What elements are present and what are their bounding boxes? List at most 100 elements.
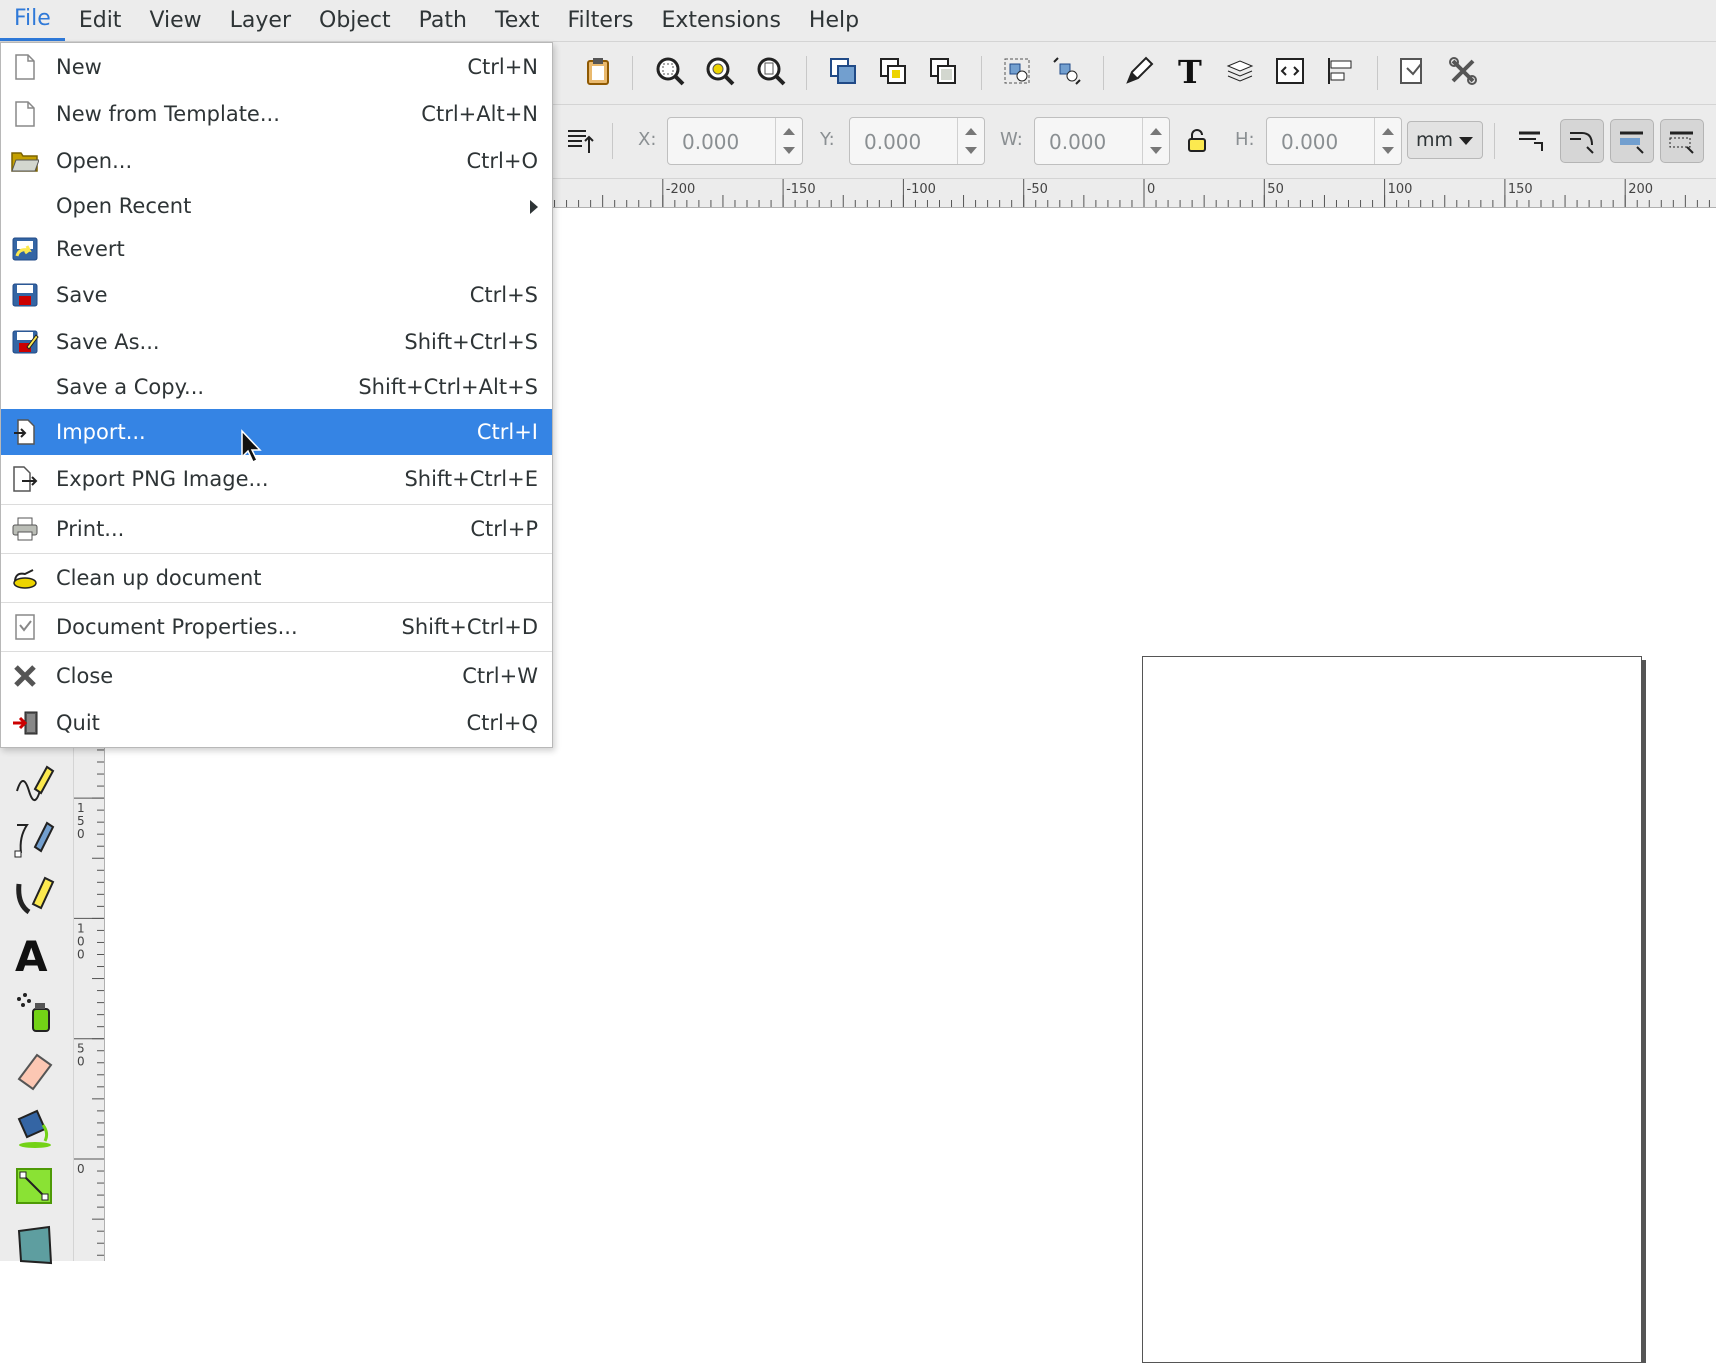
scale-stroke-icon[interactable] (1509, 119, 1553, 163)
menu-filters[interactable]: Filters (554, 0, 648, 41)
menu-object[interactable]: Object (305, 0, 405, 41)
bezier-tool-icon[interactable] (9, 813, 59, 863)
menu-item-import[interactable]: Import... Ctrl+I (1, 409, 552, 455)
ruler-label-char: 0 (77, 934, 85, 948)
w-spinbox[interactable]: 0.000 (1034, 117, 1170, 165)
new-document-icon (10, 52, 40, 82)
y-spinbox[interactable]: 0.000 (849, 117, 985, 165)
menu-item-close[interactable]: Close Ctrl+W (1, 653, 552, 699)
ruler-label: -100 (906, 182, 936, 197)
ruler-label-char: 1 (77, 921, 85, 935)
menu-item-print[interactable]: Print... Ctrl+P (1, 506, 552, 552)
ruler-label-char: 0 (77, 947, 85, 961)
document-page[interactable] (1142, 656, 1642, 1363)
unlink-clone-icon[interactable] (923, 51, 963, 91)
menu-file[interactable]: File (0, 0, 65, 41)
ruler-label: 50 (1267, 182, 1284, 197)
calligraphy-tool-icon[interactable] (9, 870, 59, 920)
menu-view[interactable]: View (135, 0, 215, 41)
ruler-label: 150 (1508, 182, 1533, 197)
menu-item-document-properties[interactable]: Document Properties... Shift+Ctrl+D (1, 604, 552, 650)
w-stepper[interactable] (1142, 118, 1169, 164)
ruler-label-char: 0 (77, 1055, 85, 1069)
menu-item-open[interactable]: Open... Ctrl+O (1, 138, 552, 184)
preferences-icon[interactable] (1443, 51, 1483, 91)
x-spinbox[interactable]: 0.000 (667, 117, 803, 165)
menu-item-save[interactable]: Save Ctrl+S (1, 272, 552, 318)
align-distribute-icon[interactable] (1320, 51, 1360, 91)
w-value: 0.000 (1049, 130, 1107, 154)
spray-tool-icon[interactable] (9, 987, 59, 1037)
menu-bar: File Edit View Layer Object Path Text Fi… (0, 0, 1716, 42)
template-icon (10, 99, 40, 129)
x-stepper[interactable] (775, 118, 802, 164)
group-icon[interactable] (997, 51, 1037, 91)
lock-ratio-icon[interactable] (1175, 119, 1219, 163)
zoom-selection-icon[interactable] (650, 51, 690, 91)
ungroup-icon[interactable] (1047, 51, 1087, 91)
chevron-down-icon (1459, 137, 1473, 145)
menu-path[interactable]: Path (405, 0, 481, 41)
clone-icon[interactable] (873, 51, 913, 91)
menu-text[interactable]: Text (481, 0, 554, 41)
pencil-tool-icon[interactable] (9, 757, 59, 807)
zoom-page-icon[interactable] (751, 51, 791, 91)
x-label: X: (638, 129, 657, 150)
ruler-label: -200 (666, 182, 696, 197)
menu-layer[interactable]: Layer (216, 0, 305, 41)
move-pattern-icon[interactable] (1660, 119, 1704, 163)
menu-item-quit[interactable]: Quit Ctrl+Q (1, 700, 552, 746)
menu-item-new[interactable]: New Ctrl+N (1, 44, 552, 90)
ruler-label: -150 (786, 182, 816, 197)
menu-extensions[interactable]: Extensions (647, 0, 794, 41)
move-gradient-icon[interactable] (1610, 119, 1654, 163)
ruler-label-char: 0 (77, 827, 85, 841)
raise-to-top-icon[interactable] (558, 119, 602, 163)
eraser-tool-icon[interactable] (9, 1045, 59, 1095)
ruler-label-char: 5 (77, 1042, 85, 1056)
y-label: Y: (820, 129, 835, 150)
y-stepper[interactable] (957, 118, 984, 164)
w-label: W: (1000, 129, 1023, 150)
paint-bucket-tool-icon[interactable] (9, 1103, 59, 1153)
unit-dropdown[interactable]: mm (1407, 121, 1483, 159)
menu-help[interactable]: Help (795, 0, 873, 41)
paste-icon[interactable] (578, 51, 618, 91)
ruler-label: 0 (1147, 182, 1155, 197)
menu-item-save-a-copy[interactable]: Save a Copy... Shift+Ctrl+Alt+S (1, 364, 552, 410)
unit-value: mm (1416, 129, 1454, 151)
document-properties-icon (10, 612, 40, 642)
xml-editor-icon[interactable] (1270, 51, 1310, 91)
scale-radius-icon[interactable] (1560, 119, 1604, 163)
text-tool-icon[interactable]: A (9, 929, 59, 979)
ruler-label: 100 (1388, 182, 1413, 197)
document-properties-icon[interactable] (1392, 51, 1432, 91)
menu-item-new-from-template[interactable]: New from Template... Ctrl+Alt+N (1, 91, 552, 137)
zoom-drawing-icon[interactable] (700, 51, 740, 91)
h-spinbox[interactable]: 0.000 (1266, 117, 1402, 165)
menu-item-clean-up-document[interactable]: Clean up document (1, 555, 552, 601)
h-stepper[interactable] (1374, 118, 1401, 164)
gradient-tool-icon[interactable] (9, 1161, 59, 1211)
mesh-tool-icon[interactable] (9, 1219, 59, 1269)
layers-icon[interactable] (1220, 51, 1260, 91)
ruler-label-char: 1 (77, 801, 85, 815)
menu-edit[interactable]: Edit (65, 0, 136, 41)
cleanup-icon (10, 563, 40, 593)
menu-item-export-png[interactable]: Export PNG Image... Shift+Ctrl+E (1, 456, 552, 502)
close-icon (10, 661, 40, 691)
file-menu: New Ctrl+N New from Template... Ctrl+Alt… (0, 42, 553, 748)
menu-item-save-as[interactable]: Save As... Shift+Ctrl+S (1, 319, 552, 365)
revert-icon (10, 234, 40, 264)
h-label: H: (1235, 129, 1255, 150)
svg-text:A: A (15, 933, 48, 975)
fill-stroke-icon[interactable] (1119, 51, 1159, 91)
ruler-label-char: 5 (77, 814, 85, 828)
export-icon (10, 464, 40, 494)
save-icon (10, 280, 40, 310)
text-font-icon[interactable]: T (1170, 51, 1210, 91)
duplicate-icon[interactable] (823, 51, 863, 91)
menu-item-revert[interactable]: Revert (1, 226, 552, 272)
menu-item-open-recent[interactable]: Open Recent (1, 183, 552, 229)
save-as-icon (10, 327, 40, 357)
